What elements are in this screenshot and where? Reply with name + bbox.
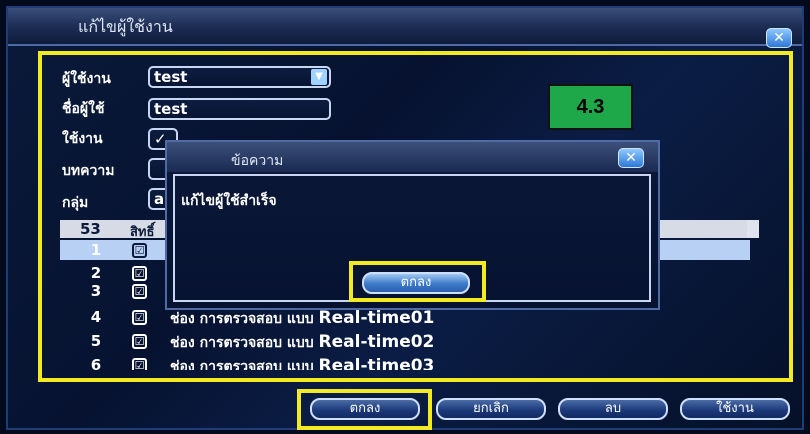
step-badge: 4.3 [548,84,633,130]
row-number: 1 [90,241,102,259]
row-checkbox[interactable]: ☑ [132,284,147,299]
window-title: แก้ไขผู้ใช้งาน [78,17,173,36]
name-label: ชื่อผู้ใช้ [62,101,105,117]
delete-button[interactable]: ลบ [558,398,668,420]
dialog-message: แก้ไขผู้ใช้สำเร็จ [181,193,277,209]
row-count: 53 [80,220,101,238]
row-checkbox[interactable]: ☑ [132,266,147,281]
dialog-title-bar: ข้อความ ✕ [167,142,658,172]
table-row[interactable]: 6 ☑ ช่อง การตรวจสอบ แบบ Real-time03 [60,356,750,370]
enable-label: ใช้งาน [62,131,103,147]
dialog-title: ข้อความ [231,153,284,169]
row-checkbox[interactable]: ☑ [132,358,147,370]
user-label: ผู้ใช้งาน [62,71,111,87]
row-number: 5 [90,332,102,350]
chevron-down-icon[interactable]: ▼ [311,69,327,85]
row-mode: Real-time03 [318,356,435,370]
name-field[interactable]: test [148,98,331,120]
memo-label: บทความ [62,163,115,179]
row-mode: Real-time01 [318,308,435,328]
ok-button[interactable]: ตกลง [310,398,420,420]
close-icon[interactable]: ✕ [766,28,792,48]
dialog-close-icon[interactable]: ✕ [618,148,644,168]
dialog-ok-button[interactable]: ตกลง [362,272,470,294]
row-checkbox[interactable]: ☑ [132,243,147,258]
row-text: ช่อง การตรวจสอบ แบบ Real-time02 [170,332,434,354]
row-checkbox[interactable]: ☑ [132,310,147,325]
row-number: 2 [90,264,102,282]
user-select[interactable]: test ▼ [148,66,331,88]
row-text: ช่อง การตรวจสอบ แบบ Real-time03 [170,356,434,370]
header-rights: สิทธิ์ [130,225,155,240]
table-scrollbar[interactable] [747,220,759,238]
row-prefix: ช่อง การตรวจสอบ แบบ [170,359,314,370]
row-number: 6 [90,356,102,370]
row-mode: Real-time02 [318,332,435,352]
cancel-button[interactable]: ยกเลิก [436,398,546,420]
table-row[interactable]: 4 ☑ ช่อง การตรวจสอบ แบบ Real-time01 [60,308,750,328]
user-select-value: test [154,68,188,86]
title-bar: แก้ไขผู้ใช้งาน ✕ [8,8,802,48]
row-checkbox[interactable]: ☑ [132,334,147,349]
apply-button[interactable]: ใช้งาน [680,398,790,420]
row-number: 4 [90,308,102,326]
row-number: 3 [90,282,102,300]
row-text: ช่อง การตรวจสอบ แบบ Real-time01 [170,308,434,330]
row-prefix: ช่อง การตรวจสอบ แบบ [170,335,314,351]
row-prefix: ช่อง การตรวจสอบ แบบ [170,311,314,327]
table-row[interactable]: 5 ☑ ช่อง การตรวจสอบ แบบ Real-time02 [60,332,750,352]
group-label: กลุ่ม [62,195,89,211]
